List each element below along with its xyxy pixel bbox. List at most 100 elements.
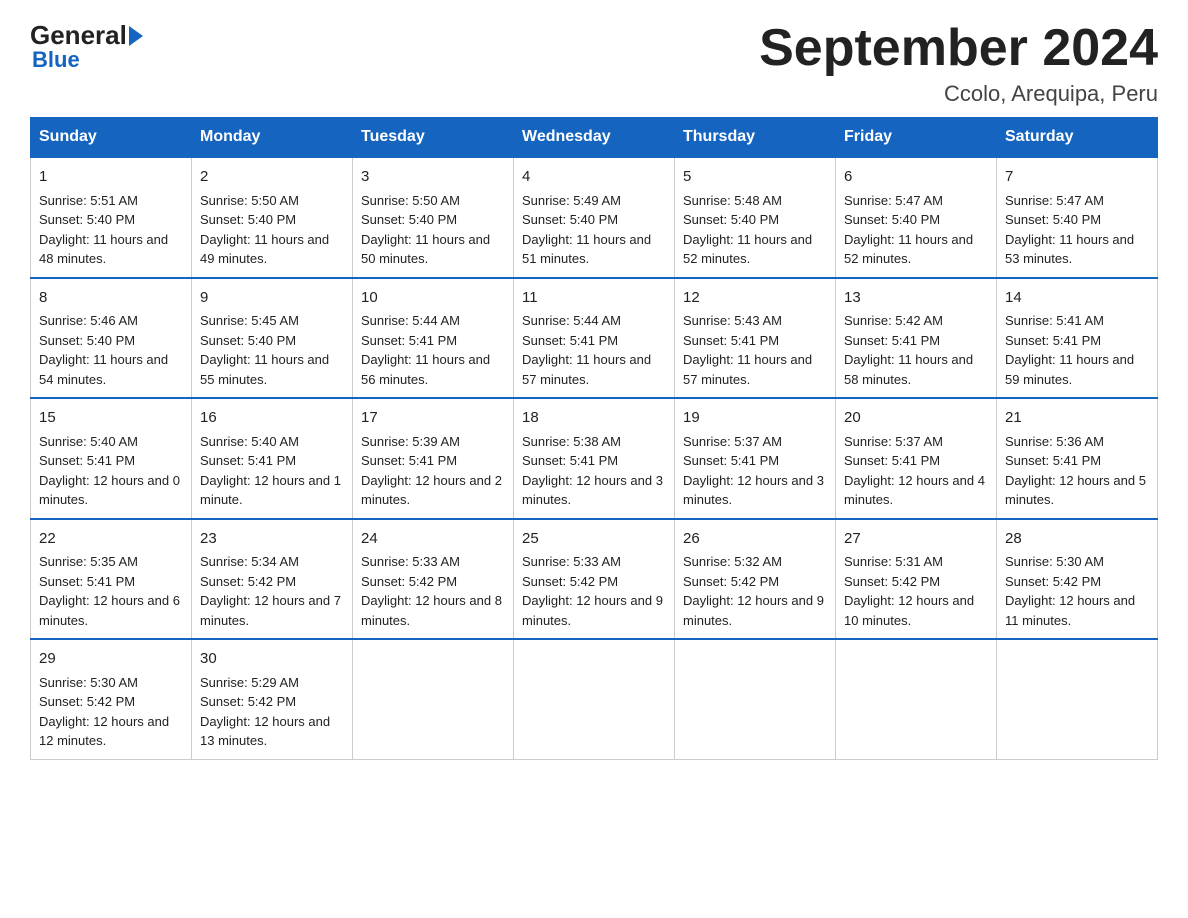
day-number: 7 xyxy=(1005,166,1149,189)
day-info: Sunrise: 5:36 AMSunset: 5:41 PMDaylight:… xyxy=(1005,434,1146,508)
day-info: Sunrise: 5:46 AMSunset: 5:40 PMDaylight:… xyxy=(39,313,168,387)
calendar-cell: 9 Sunrise: 5:45 AMSunset: 5:40 PMDayligh… xyxy=(192,278,353,399)
day-info: Sunrise: 5:39 AMSunset: 5:41 PMDaylight:… xyxy=(361,434,502,508)
day-number: 25 xyxy=(522,528,666,551)
calendar-cell xyxy=(514,639,675,759)
day-info: Sunrise: 5:29 AMSunset: 5:42 PMDaylight:… xyxy=(200,675,330,749)
calendar-cell: 29 Sunrise: 5:30 AMSunset: 5:42 PMDaylig… xyxy=(31,639,192,759)
day-number: 1 xyxy=(39,166,183,189)
header-thursday: Thursday xyxy=(675,118,836,158)
day-number: 9 xyxy=(200,287,344,310)
day-number: 23 xyxy=(200,528,344,551)
day-info: Sunrise: 5:31 AMSunset: 5:42 PMDaylight:… xyxy=(844,554,974,628)
day-info: Sunrise: 5:47 AMSunset: 5:40 PMDaylight:… xyxy=(1005,193,1134,267)
day-info: Sunrise: 5:35 AMSunset: 5:41 PMDaylight:… xyxy=(39,554,180,628)
calendar-cell: 24 Sunrise: 5:33 AMSunset: 5:42 PMDaylig… xyxy=(353,519,514,640)
day-number: 4 xyxy=(522,166,666,189)
logo-triangle-icon xyxy=(129,26,143,46)
calendar-cell: 1 Sunrise: 5:51 AMSunset: 5:40 PMDayligh… xyxy=(31,157,192,278)
day-number: 15 xyxy=(39,407,183,430)
calendar-cell: 21 Sunrise: 5:36 AMSunset: 5:41 PMDaylig… xyxy=(997,398,1158,519)
day-number: 18 xyxy=(522,407,666,430)
day-number: 6 xyxy=(844,166,988,189)
calendar-cell: 8 Sunrise: 5:46 AMSunset: 5:40 PMDayligh… xyxy=(31,278,192,399)
calendar-cell: 14 Sunrise: 5:41 AMSunset: 5:41 PMDaylig… xyxy=(997,278,1158,399)
logo-blue: Blue xyxy=(30,47,80,73)
day-info: Sunrise: 5:41 AMSunset: 5:41 PMDaylight:… xyxy=(1005,313,1134,387)
day-number: 11 xyxy=(522,287,666,310)
calendar-week-3: 15 Sunrise: 5:40 AMSunset: 5:41 PMDaylig… xyxy=(31,398,1158,519)
calendar-cell: 17 Sunrise: 5:39 AMSunset: 5:41 PMDaylig… xyxy=(353,398,514,519)
day-number: 12 xyxy=(683,287,827,310)
title-area: September 2024 Ccolo, Arequipa, Peru xyxy=(759,20,1158,107)
calendar-cell xyxy=(353,639,514,759)
calendar-week-5: 29 Sunrise: 5:30 AMSunset: 5:42 PMDaylig… xyxy=(31,639,1158,759)
day-number: 14 xyxy=(1005,287,1149,310)
header-sunday: Sunday xyxy=(31,118,192,158)
calendar-week-4: 22 Sunrise: 5:35 AMSunset: 5:41 PMDaylig… xyxy=(31,519,1158,640)
header-monday: Monday xyxy=(192,118,353,158)
calendar-cell: 7 Sunrise: 5:47 AMSunset: 5:40 PMDayligh… xyxy=(997,157,1158,278)
day-info: Sunrise: 5:37 AMSunset: 5:41 PMDaylight:… xyxy=(844,434,985,508)
header-saturday: Saturday xyxy=(997,118,1158,158)
day-number: 26 xyxy=(683,528,827,551)
day-info: Sunrise: 5:37 AMSunset: 5:41 PMDaylight:… xyxy=(683,434,824,508)
calendar-cell: 22 Sunrise: 5:35 AMSunset: 5:41 PMDaylig… xyxy=(31,519,192,640)
day-number: 27 xyxy=(844,528,988,551)
day-number: 19 xyxy=(683,407,827,430)
day-info: Sunrise: 5:33 AMSunset: 5:42 PMDaylight:… xyxy=(361,554,502,628)
calendar-cell: 26 Sunrise: 5:32 AMSunset: 5:42 PMDaylig… xyxy=(675,519,836,640)
calendar-cell: 25 Sunrise: 5:33 AMSunset: 5:42 PMDaylig… xyxy=(514,519,675,640)
day-info: Sunrise: 5:50 AMSunset: 5:40 PMDaylight:… xyxy=(361,193,490,267)
header-tuesday: Tuesday xyxy=(353,118,514,158)
day-number: 5 xyxy=(683,166,827,189)
day-number: 30 xyxy=(200,648,344,671)
day-number: 13 xyxy=(844,287,988,310)
day-info: Sunrise: 5:42 AMSunset: 5:41 PMDaylight:… xyxy=(844,313,973,387)
day-info: Sunrise: 5:51 AMSunset: 5:40 PMDaylight:… xyxy=(39,193,168,267)
day-number: 3 xyxy=(361,166,505,189)
calendar-cell: 19 Sunrise: 5:37 AMSunset: 5:41 PMDaylig… xyxy=(675,398,836,519)
day-info: Sunrise: 5:47 AMSunset: 5:40 PMDaylight:… xyxy=(844,193,973,267)
calendar-cell: 2 Sunrise: 5:50 AMSunset: 5:40 PMDayligh… xyxy=(192,157,353,278)
calendar-cell: 6 Sunrise: 5:47 AMSunset: 5:40 PMDayligh… xyxy=(836,157,997,278)
calendar-cell: 4 Sunrise: 5:49 AMSunset: 5:40 PMDayligh… xyxy=(514,157,675,278)
day-info: Sunrise: 5:30 AMSunset: 5:42 PMDaylight:… xyxy=(1005,554,1135,628)
calendar-cell: 11 Sunrise: 5:44 AMSunset: 5:41 PMDaylig… xyxy=(514,278,675,399)
page-header: General Blue September 2024 Ccolo, Arequ… xyxy=(30,20,1158,107)
calendar-cell xyxy=(997,639,1158,759)
calendar-cell: 30 Sunrise: 5:29 AMSunset: 5:42 PMDaylig… xyxy=(192,639,353,759)
calendar-table: SundayMondayTuesdayWednesdayThursdayFrid… xyxy=(30,117,1158,760)
day-number: 20 xyxy=(844,407,988,430)
day-info: Sunrise: 5:40 AMSunset: 5:41 PMDaylight:… xyxy=(39,434,180,508)
calendar-header-row: SundayMondayTuesdayWednesdayThursdayFrid… xyxy=(31,118,1158,158)
page-subtitle: Ccolo, Arequipa, Peru xyxy=(759,81,1158,107)
day-number: 29 xyxy=(39,648,183,671)
calendar-cell: 20 Sunrise: 5:37 AMSunset: 5:41 PMDaylig… xyxy=(836,398,997,519)
day-number: 10 xyxy=(361,287,505,310)
calendar-cell: 15 Sunrise: 5:40 AMSunset: 5:41 PMDaylig… xyxy=(31,398,192,519)
day-info: Sunrise: 5:44 AMSunset: 5:41 PMDaylight:… xyxy=(361,313,490,387)
day-number: 21 xyxy=(1005,407,1149,430)
calendar-week-2: 8 Sunrise: 5:46 AMSunset: 5:40 PMDayligh… xyxy=(31,278,1158,399)
day-info: Sunrise: 5:48 AMSunset: 5:40 PMDaylight:… xyxy=(683,193,812,267)
calendar-cell: 23 Sunrise: 5:34 AMSunset: 5:42 PMDaylig… xyxy=(192,519,353,640)
page-title: September 2024 xyxy=(759,20,1158,77)
day-info: Sunrise: 5:44 AMSunset: 5:41 PMDaylight:… xyxy=(522,313,651,387)
day-info: Sunrise: 5:33 AMSunset: 5:42 PMDaylight:… xyxy=(522,554,663,628)
day-number: 17 xyxy=(361,407,505,430)
calendar-cell: 27 Sunrise: 5:31 AMSunset: 5:42 PMDaylig… xyxy=(836,519,997,640)
day-number: 2 xyxy=(200,166,344,189)
calendar-cell: 3 Sunrise: 5:50 AMSunset: 5:40 PMDayligh… xyxy=(353,157,514,278)
calendar-cell: 12 Sunrise: 5:43 AMSunset: 5:41 PMDaylig… xyxy=(675,278,836,399)
day-info: Sunrise: 5:40 AMSunset: 5:41 PMDaylight:… xyxy=(200,434,341,508)
logo-area: General Blue xyxy=(30,20,145,73)
day-number: 24 xyxy=(361,528,505,551)
day-number: 28 xyxy=(1005,528,1149,551)
day-info: Sunrise: 5:43 AMSunset: 5:41 PMDaylight:… xyxy=(683,313,812,387)
day-number: 22 xyxy=(39,528,183,551)
calendar-cell: 16 Sunrise: 5:40 AMSunset: 5:41 PMDaylig… xyxy=(192,398,353,519)
day-info: Sunrise: 5:38 AMSunset: 5:41 PMDaylight:… xyxy=(522,434,663,508)
calendar-cell: 18 Sunrise: 5:38 AMSunset: 5:41 PMDaylig… xyxy=(514,398,675,519)
day-info: Sunrise: 5:45 AMSunset: 5:40 PMDaylight:… xyxy=(200,313,329,387)
